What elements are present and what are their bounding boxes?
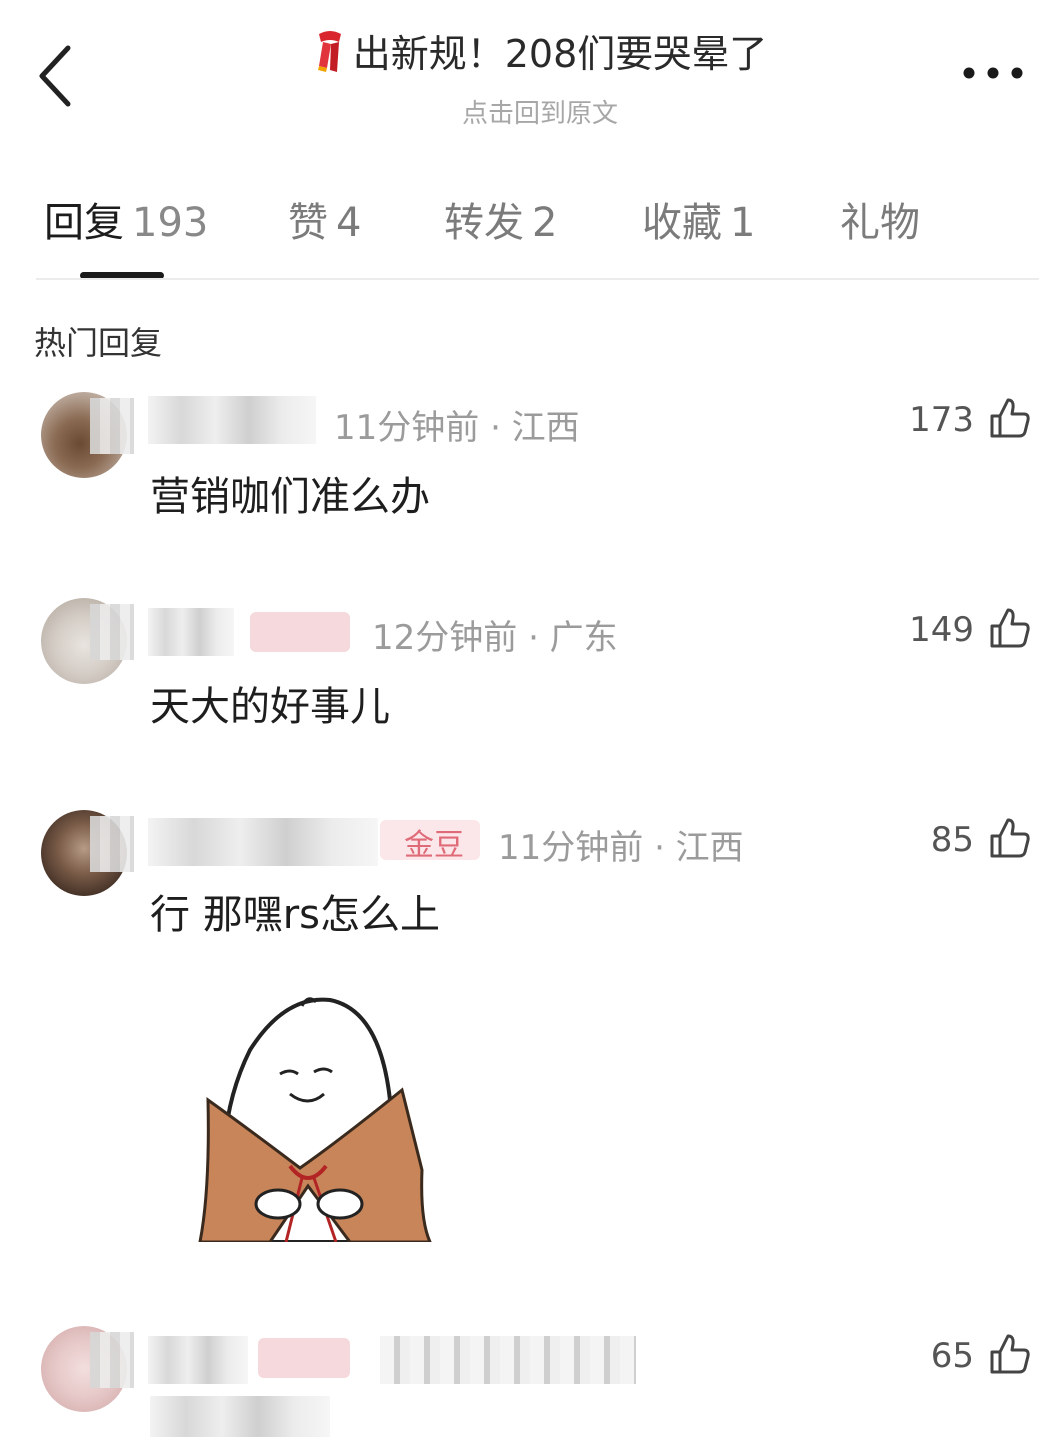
comment-meta: 12分钟前 · 广东 bbox=[372, 618, 618, 658]
tab-count: 1 bbox=[730, 200, 756, 246]
sticker-image[interactable] bbox=[190, 990, 440, 1242]
blurred-region bbox=[90, 816, 134, 872]
tab-bar: 回复 193 赞4 转发 2 收藏 1 礼物 bbox=[0, 190, 1063, 260]
thumbs-up-icon[interactable] bbox=[986, 604, 1034, 652]
tab-label: 礼物 bbox=[840, 200, 920, 246]
tab-count: 193 bbox=[132, 200, 209, 246]
username-blurred[interactable] bbox=[148, 608, 234, 656]
tab-label: 赞 bbox=[288, 200, 328, 246]
tab-label: 收藏 bbox=[642, 200, 722, 246]
more-horizontal-icon bbox=[963, 67, 1023, 79]
blurred-region bbox=[90, 1332, 134, 1388]
tab-label: 回复 bbox=[44, 200, 124, 246]
tab-favorites[interactable]: 收藏 1 bbox=[642, 190, 755, 248]
post-title-area[interactable]: 出新规！208们要哭晕了 点击回到原文 bbox=[200, 28, 880, 130]
tab-replies[interactable]: 回复 193 bbox=[44, 190, 208, 248]
tab-label: 转发 bbox=[444, 200, 524, 246]
meta-blurred bbox=[380, 1336, 636, 1384]
comment-meta: 11分钟前 · 江西 bbox=[498, 828, 744, 868]
post-title-text: 出新规！208们要哭晕了 bbox=[352, 32, 768, 76]
comment-text: 营销咖们准么办 bbox=[150, 474, 430, 520]
tab-reposts[interactable]: 转发 2 bbox=[444, 190, 557, 248]
tab-count: 4 bbox=[336, 200, 362, 246]
thumbs-up-icon[interactable] bbox=[986, 1330, 1034, 1378]
more-button[interactable] bbox=[961, 58, 1025, 88]
username-blurred[interactable] bbox=[148, 1336, 248, 1384]
comment-text-blurred bbox=[150, 1396, 330, 1437]
comment-text: 天大的好事儿 bbox=[150, 684, 390, 730]
top-bar: 出新规！208们要哭晕了 点击回到原文 bbox=[0, 0, 1063, 140]
user-badge-blurred bbox=[258, 1338, 350, 1378]
blurred-region bbox=[90, 398, 134, 454]
username-blurred[interactable] bbox=[148, 396, 316, 444]
user-badge-blurred bbox=[250, 612, 350, 652]
red-scarf-icon bbox=[313, 28, 347, 85]
back-to-original-link[interactable]: 点击回到原文 bbox=[200, 93, 880, 130]
like-count: 149 bbox=[909, 610, 974, 650]
like-count: 85 bbox=[930, 820, 974, 860]
post-title[interactable]: 出新规！208们要哭晕了 bbox=[200, 28, 880, 85]
comment-text: 行 那嘿rs怎么上 bbox=[150, 892, 440, 938]
like-count: 65 bbox=[930, 1336, 974, 1376]
comment-meta: 11分钟前 · 江西 bbox=[334, 408, 580, 448]
divider bbox=[36, 278, 1039, 280]
hot-replies-heading: 热门回复 bbox=[34, 324, 163, 362]
like-count: 173 bbox=[909, 400, 974, 440]
tab-gifts[interactable]: 礼物 bbox=[840, 190, 920, 248]
chevron-left-icon bbox=[39, 45, 71, 107]
user-badge-label: 金豆 bbox=[404, 828, 464, 863]
tab-likes[interactable]: 赞4 bbox=[288, 190, 361, 248]
blurred-region bbox=[90, 604, 134, 660]
thumbs-up-icon[interactable] bbox=[986, 814, 1034, 862]
back-button[interactable] bbox=[30, 40, 90, 110]
tab-count: 2 bbox=[532, 200, 558, 246]
thumbs-up-icon[interactable] bbox=[986, 394, 1034, 442]
username-blurred[interactable] bbox=[148, 818, 378, 866]
